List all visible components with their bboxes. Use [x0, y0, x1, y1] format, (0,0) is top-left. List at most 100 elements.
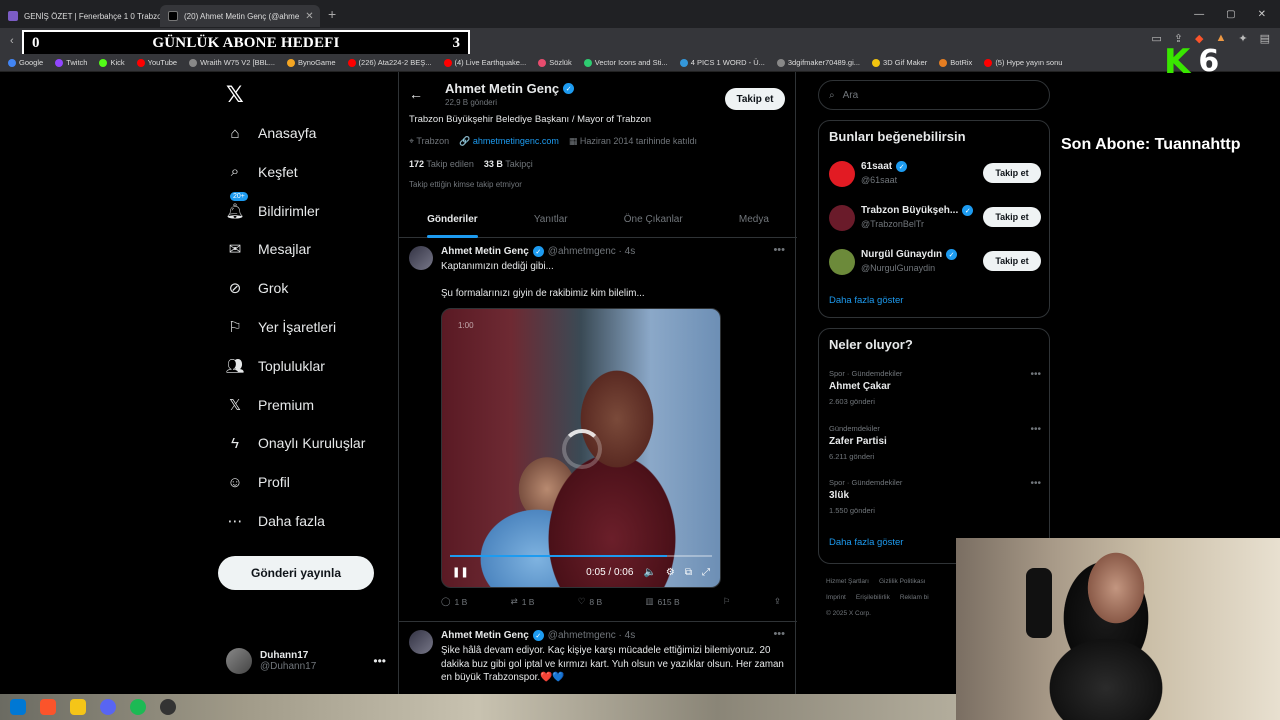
nav-item-4[interactable]: ✉ Mesajlar: [226, 240, 311, 258]
footer-link[interactable]: Erişilebilirlik: [856, 594, 890, 601]
close-window-icon[interactable]: ✕: [1258, 9, 1266, 20]
suggestion-name[interactable]: 61saat ✓: [861, 161, 908, 172]
reply-button[interactable]: ◯ 1 B: [441, 596, 467, 607]
follow-button[interactable]: Takip et: [983, 251, 1041, 271]
nav-item-2[interactable]: ⌕ Keşfet: [226, 163, 298, 181]
repost-button[interactable]: ⇄ 1 B: [511, 596, 535, 607]
sidebar-icon[interactable]: ▤: [1260, 32, 1270, 45]
bookmark-button[interactable]: ⚐: [723, 596, 731, 607]
bookmark-item[interactable]: BynoGame: [287, 58, 336, 67]
follow-button[interactable]: Takip et: [983, 207, 1041, 227]
folder-icon[interactable]: [70, 699, 86, 715]
tweet-video[interactable]: 1:00 ❚❚ 0:05 / 0:06 🔈 ⚙ ⧉ ⤢: [441, 308, 721, 588]
maximize-icon[interactable]: ▢: [1226, 9, 1235, 20]
followers-link[interactable]: 33 B Takipçi: [484, 159, 533, 169]
search-box[interactable]: ⌕ Ara: [818, 80, 1050, 110]
views-button[interactable]: ▥ 615 B: [645, 596, 679, 607]
post-button[interactable]: Gönderi yayınla: [218, 556, 374, 590]
avatar[interactable]: [829, 249, 855, 275]
tab-replies[interactable]: Yanıtlar: [534, 202, 568, 238]
suggestion-item[interactable]: Nurgül Günaydın ✓ @NurgulGunaydin Takip et: [829, 247, 1041, 277]
more-dots-icon[interactable]: •••: [773, 628, 785, 640]
bookmark-item[interactable]: Vector Icons and Sti...: [583, 58, 668, 67]
volume-icon[interactable]: 🔈: [643, 567, 655, 578]
cast-icon[interactable]: ▭: [1151, 32, 1161, 45]
nav-item-1[interactable]: ⌂ Anasayfa: [226, 124, 316, 142]
back-nav-icon[interactable]: ‹: [10, 35, 14, 47]
avatar[interactable]: [409, 246, 433, 270]
footer-link[interactable]: Hizmet Şartları: [826, 578, 869, 585]
pause-icon[interactable]: ❚❚: [452, 567, 469, 578]
nav-item-7[interactable]: 👥︎ Topluluklar: [225, 357, 324, 375]
new-tab-button[interactable]: +: [320, 6, 344, 22]
following-link[interactable]: 172 Takip edilen: [409, 159, 474, 169]
more-dots-icon[interactable]: •••: [373, 654, 386, 668]
footer-link[interactable]: Imprint: [826, 594, 846, 601]
tweet-author[interactable]: Ahmet Metin Genç: [441, 630, 529, 641]
show-more-link[interactable]: Daha fazla göster: [829, 537, 903, 548]
browser-tab-2[interactable]: (20) Ahmet Metin Genç (@ahme ✕: [160, 5, 320, 27]
search-input[interactable]: Ara: [843, 90, 859, 101]
show-more-link[interactable]: Daha fazla göster: [829, 295, 903, 306]
nav-item-5[interactable]: ⊘ Grok: [226, 279, 289, 297]
trend-item[interactable]: Spor · Gündemdekiler Ahmet Çakar 2.603 gön…: [829, 369, 1041, 406]
bookmark-item[interactable]: YouTube: [136, 58, 177, 67]
more-dots-icon[interactable]: •••: [1030, 424, 1041, 435]
back-arrow-icon[interactable]: ←: [409, 86, 423, 102]
nav-item-10[interactable]: ☺ Profil: [226, 473, 290, 491]
spotify-icon[interactable]: [130, 699, 146, 715]
bookmark-item[interactable]: Kick: [99, 58, 125, 67]
bookmark-item[interactable]: 4 PICS 1 WORD - Ü...: [679, 58, 765, 67]
website-link[interactable]: 🔗 ahmetmetingenc.com: [459, 136, 559, 147]
windows-start-icon[interactable]: [10, 699, 26, 715]
tweet-1[interactable]: Ahmet Metin Genç ✓ @ahmetmgenc · 4s ••• …: [399, 238, 797, 622]
settings-gear-icon[interactable]: ⚙: [666, 567, 675, 578]
footer-link[interactable]: Reklam bi: [900, 594, 929, 601]
tab-highlights[interactable]: Öne Çıkanlar: [624, 202, 683, 238]
bookmark-item[interactable]: 3dgifmaker70489.gi...: [776, 58, 860, 67]
bookmark-item[interactable]: (5) Hype yayın sonu: [984, 58, 1062, 67]
browser-tab-1[interactable]: GENİŞ ÖZET | Fenerbahçe 1 0 Trabzo ✕: [0, 5, 160, 27]
tab-close-icon[interactable]: ✕: [305, 11, 313, 22]
obs-icon[interactable]: [160, 699, 176, 715]
tweet-author[interactable]: Ahmet Metin Genç: [441, 246, 529, 257]
suggestion-name[interactable]: Trabzon Büyükşeh... ✓: [861, 205, 974, 216]
discord-icon[interactable]: [100, 699, 116, 715]
nav-item-6[interactable]: ⚐ Yer İşaretleri: [226, 318, 336, 336]
avatar[interactable]: [409, 630, 433, 654]
bookmark-item[interactable]: (4) Live Earthquake...: [443, 58, 526, 67]
bookmark-item[interactable]: Google: [8, 58, 43, 67]
bookmark-item[interactable]: 3D Gif Maker: [872, 58, 927, 67]
x-logo-icon[interactable]: 𝕏: [226, 82, 244, 108]
nav-item-11[interactable]: ⋯ Daha fazla: [226, 512, 325, 530]
nav-item-3[interactable]: 🔔︎ 20+ Bildirimler: [225, 191, 319, 220]
share-button[interactable]: ⇪: [774, 596, 781, 607]
avatar[interactable]: [829, 161, 855, 187]
video-progress[interactable]: [450, 555, 712, 557]
extensions-icon[interactable]: ✦: [1238, 32, 1247, 45]
follow-button[interactable]: Takip et: [725, 88, 785, 110]
like-button[interactable]: ♡ 8 B: [578, 596, 602, 607]
bookmark-item[interactable]: Sözlük: [538, 58, 572, 67]
more-dots-icon[interactable]: •••: [1030, 369, 1041, 380]
avatar[interactable]: [829, 205, 855, 231]
account-switcher[interactable]: Duhann17 @Duhann17 •••: [226, 648, 386, 674]
trend-item[interactable]: Gündemdekiler Zafer Partisi 6.211 gönderi •…: [829, 424, 1041, 461]
fullscreen-icon[interactable]: ⤢: [702, 567, 710, 578]
more-dots-icon[interactable]: •••: [773, 244, 785, 256]
pip-icon[interactable]: ⧉: [685, 567, 692, 578]
nav-item-8[interactable]: 𝕏 Premium: [226, 396, 314, 414]
bookmark-item[interactable]: BotRix: [939, 58, 972, 67]
bookmark-item[interactable]: Twitch: [55, 58, 87, 67]
follow-button[interactable]: Takip et: [983, 163, 1041, 183]
brave-icon[interactable]: [40, 699, 56, 715]
suggestion-name[interactable]: Nurgül Günaydın ✓: [861, 249, 958, 260]
more-dots-icon[interactable]: •••: [1030, 478, 1041, 489]
tab-posts[interactable]: Gönderiler: [427, 202, 478, 238]
minimize-icon[interactable]: —: [1194, 9, 1204, 20]
trend-item[interactable]: Spor · Gündemdekiler 3lük 1.550 gönderi •••: [829, 478, 1041, 515]
bookmark-item[interactable]: (226) Ata224-2 BEŞ...: [347, 58, 432, 67]
nav-item-9[interactable]: ϟ Onaylı Kuruluşlar: [226, 434, 365, 452]
suggestion-item[interactable]: Trabzon Büyükşeh... ✓ @TrabzonBelTr Takip e…: [829, 203, 1041, 233]
suggestion-item[interactable]: 61saat ✓ @61saat Takip et: [829, 159, 1041, 189]
